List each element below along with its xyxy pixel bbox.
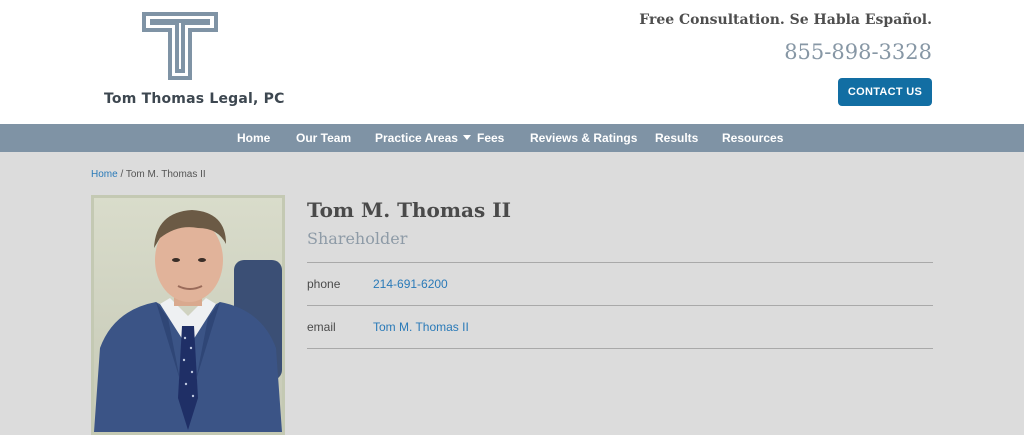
phone-link[interactable]: 214-691-6200 — [373, 277, 448, 291]
nav-item-reviews-ratings[interactable]: Reviews & Ratings — [530, 124, 637, 152]
site-header: Tom Thomas Legal, PC Free Consultation. … — [0, 0, 1024, 124]
nav-item-practice-areas-label: Practice Areas — [375, 131, 458, 145]
email-label: email — [307, 320, 336, 334]
attorney-title: Shareholder — [307, 229, 408, 248]
breadcrumb-home-link[interactable]: Home — [91, 169, 118, 180]
nav-item-fees[interactable]: Fees — [477, 124, 504, 152]
attorney-portrait-image — [94, 198, 282, 432]
breadcrumb-separator: / — [120, 169, 124, 180]
phone-label: phone — [307, 277, 341, 291]
attorney-photo — [91, 195, 285, 435]
attorney-name: Tom M. Thomas II — [307, 198, 511, 222]
nav-item-results[interactable]: Results — [655, 124, 698, 152]
nav-item-practice-areas[interactable]: Practice Areas — [375, 124, 471, 152]
header-phone-link[interactable]: 855-898-3328 — [784, 40, 932, 64]
divider — [307, 348, 933, 349]
contact-us-button[interactable]: CONTACT US — [838, 78, 932, 106]
nav-item-home[interactable]: Home — [237, 124, 270, 152]
breadcrumb-current: Tom M. Thomas II — [125, 169, 206, 180]
divider — [307, 262, 933, 263]
email-link[interactable]: Tom M. Thomas II — [373, 320, 469, 334]
tagline: Free Consultation. Se Habla Español. — [639, 12, 932, 28]
divider — [307, 305, 933, 306]
nav-item-resources[interactable]: Resources — [722, 124, 783, 152]
caret-down-icon — [462, 135, 471, 141]
breadcrumb: Home / Tom M. Thomas II — [91, 169, 206, 180]
site-logo[interactable]: Tom Thomas Legal, PC — [104, 12, 285, 112]
brand-name: Tom Thomas Legal, PC — [104, 91, 285, 107]
main-nav: Home Our Team Practice Areas Fees Review… — [0, 124, 1024, 152]
tt-monogram-icon — [142, 12, 218, 80]
nav-item-our-team[interactable]: Our Team — [296, 124, 351, 152]
